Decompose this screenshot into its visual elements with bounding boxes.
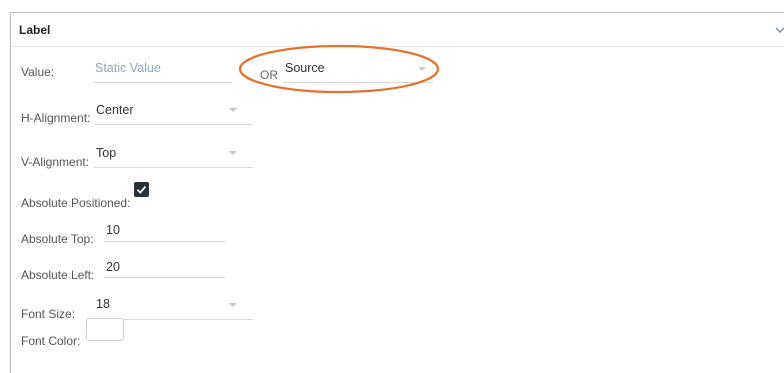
v-alignment-dropdown-caret[interactable] (229, 151, 237, 155)
v-alignment-select[interactable]: Top (96, 146, 116, 160)
h-alignment-select[interactable]: Center (96, 103, 134, 117)
absolute-top-input[interactable]: 10 (106, 223, 120, 237)
v-alignment-label: V-Alignment: (21, 155, 90, 169)
font-size-dropdown-caret[interactable] (229, 303, 237, 307)
section-header[interactable]: Label (11, 13, 784, 47)
absolute-top-underline (104, 241, 225, 242)
checkmark-icon (136, 185, 147, 194)
absolute-left-underline (104, 277, 225, 278)
font-size-select[interactable]: 18 (96, 297, 110, 311)
chevron-down-icon[interactable] (774, 24, 784, 36)
static-value-underline (94, 82, 232, 83)
font-color-label: Font Color: (21, 334, 81, 348)
absolute-positioned-checkbox[interactable] (134, 182, 149, 197)
h-alignment-label: H-Alignment: (21, 111, 91, 125)
absolute-left-label: Absolute Left: (21, 268, 95, 282)
v-alignment-underline (94, 167, 253, 168)
static-value-input[interactable]: Static Value (95, 61, 161, 75)
absolute-left-input[interactable]: 20 (106, 260, 120, 274)
section-title: Label (19, 23, 51, 37)
absolute-positioned-label: Absolute Positioned: (21, 196, 131, 210)
h-alignment-underline (94, 124, 253, 125)
h-alignment-dropdown-caret[interactable] (229, 108, 237, 112)
font-color-picker[interactable] (86, 318, 124, 341)
value-label: Value: (21, 65, 55, 79)
absolute-top-label: Absolute Top: (21, 232, 94, 246)
font-size-label: Font Size: (21, 307, 76, 321)
source-highlight-ellipse (238, 44, 440, 94)
